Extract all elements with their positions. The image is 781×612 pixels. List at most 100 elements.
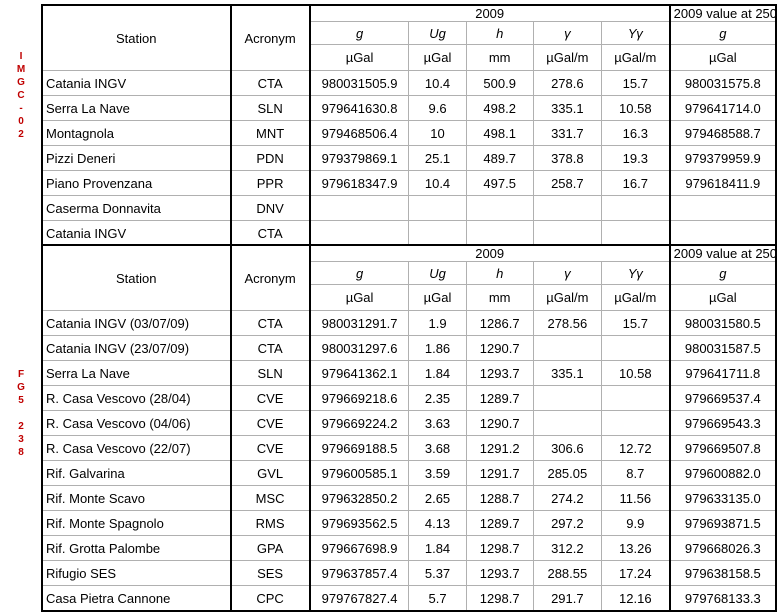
cell-h — [465, 220, 534, 247]
header-symbol-ygamma: Υγ — [600, 261, 671, 285]
cell-ug: 10.4 — [408, 170, 467, 196]
header-unit-ug: µGal — [408, 284, 467, 311]
cell-station: R. Casa Vescovo (28/04) — [41, 385, 231, 411]
instrument-label-char: G — [17, 382, 25, 393]
table-row[interactable]: Catania INGV (03/07/09) CTA 980031291.7 1.9… — [41, 310, 778, 336]
cell-ygamma: 16.7 — [600, 170, 671, 196]
table-row[interactable]: Serra La Nave SLN 979641362.1 1.84 1293.7 335… — [41, 360, 778, 386]
table-row[interactable]: Caserma Donnavita DNV — [41, 195, 778, 221]
cell-acronym: SLN — [229, 95, 311, 121]
cell-acronym: CTA — [229, 335, 311, 361]
cell-ygamma: 17.24 — [600, 560, 671, 586]
instrument-label-char — [4, 407, 38, 420]
header-symbol-g: g — [309, 261, 410, 285]
cell-final-value: 980031575.8 — [668, 70, 778, 96]
cell-ug: 10 — [408, 120, 467, 146]
cell-final-value: 979618411.9 — [668, 170, 778, 196]
header-year-group: 2009 — [309, 4, 671, 22]
cell-ug: 9.6 — [408, 95, 467, 121]
cell-ug: 25.1 — [408, 145, 467, 171]
cell-final-value: 980031587.5 — [668, 335, 778, 361]
cell-gamma: 288.55 — [532, 560, 602, 586]
table-row[interactable]: Rif. Galvarina GVL 979600585.1 3.59 1291.7 28… — [41, 460, 778, 486]
table-row[interactable]: Catania INGV (23/07/09) CTA 980031297.6 1.8… — [41, 335, 778, 361]
instrument-label-char: C — [17, 90, 25, 101]
cell-acronym: SLN — [229, 360, 311, 386]
cell-acronym: GPA — [229, 535, 311, 561]
cell-gamma — [532, 385, 602, 411]
cell-station: Casa Pietra Cannone — [41, 585, 231, 612]
header-unit-ug: µGal — [408, 44, 467, 71]
cell-acronym: CTA — [229, 220, 311, 247]
cell-station: Catania INGV (23/07/09) — [41, 335, 231, 361]
header-unit-final-g: µGal — [668, 44, 778, 71]
cell-final-value: 979668026.3 — [668, 535, 778, 561]
cell-final-value: 979633135.0 — [668, 485, 778, 511]
cell-acronym: CTA — [229, 70, 311, 96]
instrument-label-imgc-02: IMGC - 0 2 — [4, 50, 38, 141]
cell-final-value: 979600882.0 — [668, 460, 778, 486]
cell-gamma: 378.8 — [532, 145, 602, 171]
header-station: Station — [41, 4, 231, 71]
cell-station: Pizzi Deneri — [41, 145, 231, 171]
table-row[interactable]: Rif. Monte Spagnolo RMS 979693562.5 4.13 128… — [41, 510, 778, 536]
cell-gamma: 274.2 — [532, 485, 602, 511]
cell-ygamma: 16.3 — [600, 120, 671, 146]
table-row[interactable]: Pizzi Deneri PDN 979379869.1 25.1 489.7 378.8… — [41, 145, 778, 171]
instrument-label-char: F — [17, 369, 25, 380]
cell-ug: 2.35 — [408, 385, 467, 411]
cell-g: 979641362.1 — [309, 360, 410, 386]
table-row[interactable]: Piano Provenzana PPR 979618347.9 10.4 497.5 2… — [41, 170, 778, 196]
table-row[interactable]: Serra La Nave SLN 979641630.8 9.6 498.2 335.1… — [41, 95, 778, 121]
table-body-imgc-02: Catania INGV CTA 980031505.9 10.4 500.9 278.6… — [41, 70, 778, 247]
cell-h: 1291.2 — [465, 435, 534, 461]
cell-acronym: CVE — [229, 385, 311, 411]
cell-g: 979379869.1 — [309, 145, 410, 171]
gravity-table-fg5-238: Station Acronym 2009 2009 value at 250 m… — [41, 244, 778, 612]
cell-acronym: SES — [229, 560, 311, 586]
cell-h: 1289.7 — [465, 510, 534, 536]
cell-acronym: CPC — [229, 585, 311, 612]
table-row[interactable]: Catania INGV CTA 980031505.9 10.4 500.9 278.6… — [41, 70, 778, 96]
cell-final-value: 979669537.4 — [668, 385, 778, 411]
cell-station: Catania INGV (03/07/09) — [41, 310, 231, 336]
cell-h: 1286.7 — [465, 310, 534, 336]
cell-ygamma — [600, 220, 671, 247]
cell-h: 1290.7 — [465, 335, 534, 361]
table-row[interactable]: R. Casa Vescovo (04/06) CVE 979669224.2 3.6… — [41, 410, 778, 436]
table-row[interactable]: Rif. Monte Scavo MSC 979632850.2 2.65 1288.7… — [41, 485, 778, 511]
header-symbol-h: h — [465, 261, 534, 285]
cell-gamma: 306.6 — [532, 435, 602, 461]
cell-h: 1291.7 — [465, 460, 534, 486]
cell-gamma: 278.56 — [532, 310, 602, 336]
cell-h: 1293.7 — [465, 360, 534, 386]
table-row[interactable]: Montagnola MNT 979468506.4 10 498.1 331.7 16.3… — [41, 120, 778, 146]
table-fg5-238: Station Acronym 2009 2009 value at 250 m… — [41, 244, 778, 612]
cell-station: Rif. Galvarina — [41, 460, 231, 486]
header-symbol-final-g: g — [668, 261, 778, 285]
table-row[interactable]: Catania INGV CTA — [41, 220, 778, 247]
cell-h — [465, 195, 534, 221]
cell-g: 979669218.6 — [309, 385, 410, 411]
header-unit-ygamma: µGal/m — [600, 44, 671, 71]
table-row[interactable]: R. Casa Vescovo (22/07) CVE 979669188.5 3.6… — [41, 435, 778, 461]
cell-ug: 1.84 — [408, 360, 467, 386]
table-header: Station Acronym 2009 2009 value at 250 m… — [41, 4, 778, 71]
cell-ug: 2.65 — [408, 485, 467, 511]
table-row[interactable]: Casa Pietra Cannone CPC 979767827.4 5.7 1298… — [41, 585, 778, 612]
cell-gamma: 285.05 — [532, 460, 602, 486]
cell-ug: 3.63 — [408, 410, 467, 436]
table-row[interactable]: Rifugio SES SES 979637857.4 5.37 1293.7 288.5… — [41, 560, 778, 586]
cell-g: 979767827.4 — [309, 585, 410, 612]
cell-g: 979667698.9 — [309, 535, 410, 561]
cell-g: 979600585.1 — [309, 460, 410, 486]
table-row[interactable]: Rif. Grotta Palombe GPA 979667698.9 1.84 129… — [41, 535, 778, 561]
cell-gamma — [532, 410, 602, 436]
header-symbol-ug: Ug — [408, 261, 467, 285]
cell-h: 500.9 — [465, 70, 534, 96]
table-row[interactable]: R. Casa Vescovo (28/04) CVE 979669218.6 2.3… — [41, 385, 778, 411]
header-unit-gamma: µGal/m — [532, 284, 602, 311]
cell-ygamma: 10.58 — [600, 360, 671, 386]
cell-ug: 1.9 — [408, 310, 467, 336]
header-symbol-gamma: γ — [532, 261, 602, 285]
